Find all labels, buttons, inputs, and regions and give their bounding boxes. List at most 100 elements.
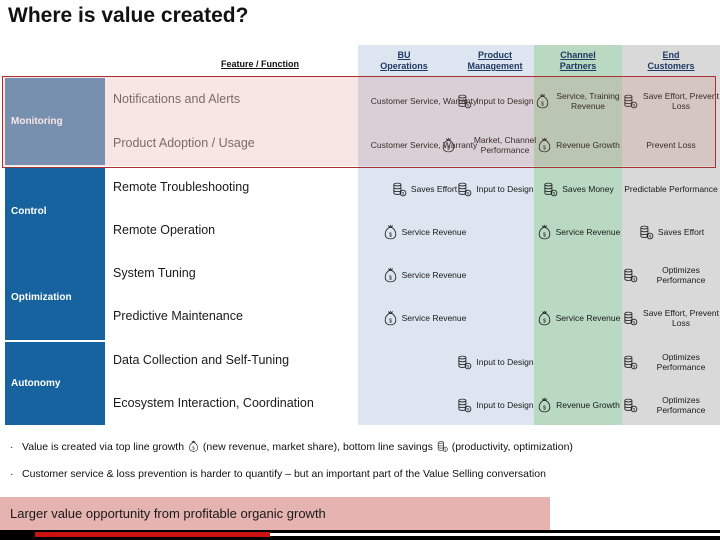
svg-text:$: $ [633,276,636,281]
feature-label: Remote Troubleshooting [113,180,250,194]
bullet-text-part2: (new revenue, market share), bottom line… [202,441,433,453]
svg-text:$: $ [192,445,195,450]
feature-label: Predictive Maintenance [113,309,243,323]
coins-icon: $ [456,93,473,110]
column-header-end-customers: End Customers [622,50,720,72]
coins-icon: $ [456,397,473,414]
matrix-cell-label: Saves Effort [657,226,705,237]
svg-text:$: $ [541,101,545,107]
matrix-cell-label: Service Revenue [555,312,621,323]
svg-text:$: $ [543,405,547,411]
matrix-cell: $ Save Effort, Prevent Loss [622,298,720,338]
matrix-cell-label: Service Revenue [555,226,621,237]
feature-label: Remote Operation [113,223,216,237]
matrix-cell-label: Service Revenue [401,269,467,280]
matrix-cell-label: Input to Design [476,399,534,410]
coins-icon: $ [542,181,559,198]
matrix-cell-label: Optimizes Performance [656,351,706,373]
coins-icon: $ [622,354,639,371]
feature-function-header: Feature / Function [220,59,299,69]
stage-block-optimization[interactable]: Optimization [5,255,105,340]
svg-text:$: $ [389,275,393,281]
svg-text:$: $ [543,318,547,324]
moneybag-icon: $ [187,440,200,453]
matrix-cell-label: Optimizes Performance [656,394,706,416]
bullet-text-part1: Value is created via top line growth [22,441,185,453]
coins-icon: $ [456,354,473,371]
feature-label: Data Collection and Self-Tuning [113,353,290,367]
moneybag-icon: $ [534,93,551,110]
footer-bar-accent [35,532,270,537]
stage-block-autonomy[interactable]: Autonomy [5,342,105,425]
matrix-cell: $ Input to Design [440,342,550,382]
svg-text:$: $ [467,190,470,195]
stage-block-monitoring[interactable]: Monitoring [5,78,105,165]
matrix-cell: $ Saves Effort [622,212,720,252]
svg-text:$: $ [402,190,405,195]
coins-icon: $ [622,93,639,110]
matrix-cell-label: Optimizes Performance [656,264,706,286]
svg-text:$: $ [543,232,547,238]
coins-icon: $ [622,397,639,414]
moneybag-icon: $ [382,224,399,241]
moneybag-icon: $ [440,137,457,154]
column-header-line2: Partners [559,61,597,71]
matrix-cell: $ Service Revenue [534,298,622,338]
matrix-cell: Predictable Performance [622,169,720,209]
moneybag-icon: $ [382,267,399,284]
matrix-cell-label: Predictable Performance [624,183,718,194]
stage-label: Control [11,206,47,217]
matrix-cell: Prevent Loss [622,125,720,165]
footer-bar-white [270,533,720,536]
matrix-cell-label: Service, Training Revenue [556,90,620,112]
coins-icon: $ [638,224,655,241]
bullet-item: · Customer service & loss prevention is h… [10,468,546,480]
column-header-line1: Channel [560,50,596,60]
matrix-cell: $ Optimizes Performance [622,385,720,425]
matrix-cell-label: Save Effort, Prevent Loss [643,90,719,112]
svg-text:$: $ [633,406,636,411]
moneybag-icon: $ [536,137,553,154]
matrix-cell-label: Service Revenue [401,226,467,237]
bullet-text-part1: Customer service & loss prevention is ha… [22,468,546,480]
stage-label: Autonomy [11,378,61,389]
moneybag-icon: $ [536,224,553,241]
coins-icon: $ [436,440,449,453]
matrix-cell: $ Service Revenue [358,212,490,252]
coins-icon: $ [391,181,408,198]
matrix-cell-label: Input to Design [476,356,534,367]
feature-label: Product Adoption / Usage [113,136,255,150]
matrix-cell: $ Service Revenue [534,212,622,252]
value-banner: Larger value opportunity from profitable… [0,497,550,530]
matrix-cell: $ Optimizes Performance [622,342,720,382]
svg-text:$: $ [649,233,652,238]
page-title: Where is value created? [8,4,249,27]
moneybag-icon: $ [536,397,553,414]
svg-text:$: $ [389,318,393,324]
bullet-item: · Value is created via top line growth $ … [10,440,573,453]
feature-label: Notifications and Alerts [113,92,241,106]
matrix-cell-label: Revenue Growth [556,399,620,410]
column-header-line2: Customers [647,61,695,71]
matrix-cell: $ Service Revenue [358,298,490,338]
column-header-bu-operations: BU Operations [358,50,450,72]
matrix-cell: $ Revenue Growth [534,385,622,425]
stage-label: Monitoring [11,116,63,127]
svg-text:$: $ [633,363,636,368]
stage-block-control[interactable]: Control [5,168,105,255]
matrix-cell: $ Saves Money [534,169,622,209]
svg-text:$: $ [389,232,393,238]
feature-label: Ecosystem Interaction, Coordination [113,396,314,410]
svg-text:$: $ [467,363,470,368]
matrix-cell-label: Save Effort, Prevent Loss [643,307,719,329]
matrix-cell-label: Saves Money [562,183,614,194]
moneybag-icon: $ [536,310,553,327]
matrix-cell: $ Service, Training Revenue [534,81,622,121]
column-header-line1: BU [397,50,411,60]
matrix-cell-label: Prevent Loss [646,139,696,150]
feature-label: System Tuning [113,266,196,280]
svg-text:$: $ [467,102,470,107]
svg-text:$: $ [633,102,636,107]
bullet-marker: · [10,468,14,480]
column-header-channel-partners: Channel Partners [534,50,622,72]
